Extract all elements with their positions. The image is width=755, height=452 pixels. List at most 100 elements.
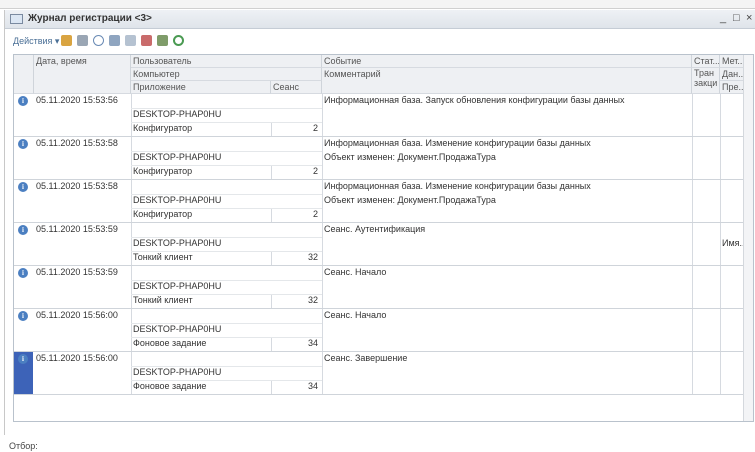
- col-presentation[interactable]: Пре...: [720, 81, 744, 94]
- vertical-scrollbar[interactable]: [743, 55, 753, 421]
- cell-comment[interactable]: Объект изменен: Документ.ПродажаТура: [322, 151, 692, 165]
- users-icon[interactable]: [77, 35, 88, 46]
- cell-datetime[interactable]: 05.11.2020 15:53:58: [34, 180, 131, 194]
- cell-session[interactable]: 34: [271, 380, 322, 394]
- cell-user[interactable]: [131, 180, 322, 194]
- cell-session[interactable]: 2: [271, 122, 322, 136]
- column-divider: [271, 165, 272, 179]
- cell-event[interactable]: Информационная база. Изменение конфигура…: [322, 137, 692, 151]
- actions-menu[interactable]: Действия ▾: [13, 36, 59, 47]
- col-user[interactable]: Пользователь: [131, 55, 322, 68]
- cell-event[interactable]: Сеанс. Завершение: [322, 352, 692, 366]
- cell-computer[interactable]: DESKTOP-PHAP0HU: [131, 194, 322, 208]
- col-session[interactable]: Сеанс: [271, 81, 322, 94]
- cell-computer[interactable]: DESKTOP-PHAP0HU: [131, 151, 322, 165]
- cell-datetime[interactable]: 05.11.2020 15:53:59: [34, 223, 131, 237]
- cell-metadata[interactable]: [720, 151, 744, 165]
- journal-icon: [10, 14, 23, 24]
- column-divider: [131, 137, 132, 180]
- table-row[interactable]: i 05.11.2020 15:53:58 DESKTOP-PHAP0HU Конфи…: [14, 180, 753, 223]
- sub-row-divider: [131, 337, 322, 338]
- clear-filter-icon[interactable]: [141, 35, 152, 46]
- filter-apply-icon[interactable]: [125, 35, 136, 46]
- cell-computer[interactable]: DESKTOP-PHAP0HU: [131, 323, 322, 337]
- col-transaction[interactable]: Тран закци: [692, 68, 720, 94]
- event-log-table[interactable]: Дата, время Пользователь Компьютер Прило…: [13, 54, 754, 422]
- col-data[interactable]: Дан...: [720, 68, 744, 81]
- cell-metadata[interactable]: [720, 323, 744, 337]
- column-divider: [271, 122, 272, 136]
- table-row[interactable]: i 05.11.2020 15:53:59 DESKTOP-PHAP0HU Тонки…: [14, 266, 753, 309]
- cell-comment[interactable]: [322, 108, 692, 122]
- cell-computer[interactable]: DESKTOP-PHAP0HU: [131, 237, 322, 251]
- cell-metadata[interactable]: [720, 194, 744, 208]
- cell-metadata[interactable]: Имя...: [720, 237, 744, 251]
- cell-comment[interactable]: [322, 323, 692, 337]
- cell-metadata[interactable]: [720, 280, 744, 294]
- column-divider: [322, 180, 323, 223]
- link-icon[interactable]: [93, 35, 104, 46]
- cell-user[interactable]: [131, 266, 322, 280]
- cell-comment[interactable]: [322, 366, 692, 380]
- cell-application[interactable]: Конфигуратор: [131, 122, 271, 136]
- cell-session[interactable]: 34: [271, 337, 322, 351]
- cell-comment[interactable]: Объект изменен: Документ.ПродажаТура: [322, 194, 692, 208]
- column-divider: [720, 137, 721, 180]
- cell-datetime[interactable]: 05.11.2020 15:56:00: [34, 352, 131, 366]
- column-divider: [271, 337, 272, 351]
- cell-computer[interactable]: DESKTOP-PHAP0HU: [131, 366, 322, 380]
- cell-user[interactable]: [131, 223, 322, 237]
- cell-application[interactable]: Фоновое задание: [131, 337, 271, 351]
- col-application[interactable]: Приложение: [131, 81, 271, 94]
- cell-application[interactable]: Конфигуратор: [131, 208, 271, 222]
- cell-event[interactable]: Сеанс. Аутентификация: [322, 223, 692, 237]
- table-row[interactable]: i 05.11.2020 15:56:00 DESKTOP-PHAP0HU Фонов…: [14, 352, 753, 395]
- cell-user[interactable]: [131, 137, 322, 151]
- open-icon[interactable]: [61, 35, 72, 46]
- cell-session[interactable]: 32: [271, 251, 322, 265]
- table-row[interactable]: i 05.11.2020 15:53:58 DESKTOP-PHAP0HU Конфи…: [14, 137, 753, 180]
- cell-session[interactable]: 2: [271, 165, 322, 179]
- table-row[interactable]: i 05.11.2020 15:53:56 DESKTOP-PHAP0HU Конфи…: [14, 94, 753, 137]
- refresh-icon[interactable]: [173, 35, 184, 46]
- col-comment[interactable]: Комментарий: [322, 68, 692, 94]
- cell-user[interactable]: [131, 94, 322, 108]
- cell-application[interactable]: Тонкий клиент: [131, 251, 271, 265]
- cell-datetime[interactable]: 05.11.2020 15:53:56: [34, 94, 131, 108]
- cell-datetime[interactable]: 05.11.2020 15:56:00: [34, 309, 131, 323]
- col-status[interactable]: Стат...: [692, 55, 720, 68]
- cell-metadata[interactable]: [720, 108, 744, 122]
- col-datetime[interactable]: Дата, время: [34, 55, 131, 94]
- cell-metadata[interactable]: [720, 366, 744, 380]
- cell-computer[interactable]: DESKTOP-PHAP0HU: [131, 108, 322, 122]
- cell-event[interactable]: Сеанс. Начало: [322, 309, 692, 323]
- cell-session[interactable]: 2: [271, 208, 322, 222]
- col-event[interactable]: Событие: [322, 55, 692, 68]
- cell-event[interactable]: Информационная база. Запуск обновления к…: [322, 94, 692, 108]
- cell-application[interactable]: Тонкий клиент: [131, 294, 271, 308]
- cell-event[interactable]: Информационная база. Изменение конфигура…: [322, 180, 692, 194]
- close-button[interactable]: ×: [746, 12, 752, 24]
- cell-user[interactable]: [131, 309, 322, 323]
- minimize-button[interactable]: _: [720, 12, 726, 24]
- filter-icon[interactable]: [109, 35, 120, 46]
- col-metadata[interactable]: Мет...: [720, 55, 744, 68]
- table-row[interactable]: i 05.11.2020 15:53:59 DESKTOP-PHAP0HU Тонки…: [14, 223, 753, 266]
- column-divider: [271, 251, 272, 265]
- cell-session[interactable]: 32: [271, 294, 322, 308]
- maximize-button[interactable]: □: [733, 12, 740, 24]
- col-computer[interactable]: Компьютер: [131, 68, 322, 81]
- column-divider: [271, 380, 272, 394]
- cell-user[interactable]: [131, 352, 322, 366]
- table-row[interactable]: i 05.11.2020 15:56:00 DESKTOP-PHAP0HU Фонов…: [14, 309, 753, 352]
- cell-event[interactable]: Сеанс. Начало: [322, 266, 692, 280]
- cell-application[interactable]: Фоновое задание: [131, 380, 271, 394]
- cell-datetime[interactable]: 05.11.2020 15:53:59: [34, 266, 131, 280]
- cell-comment[interactable]: [322, 280, 692, 294]
- settings-icon[interactable]: [157, 35, 168, 46]
- cell-comment[interactable]: [322, 237, 692, 251]
- cell-datetime[interactable]: 05.11.2020 15:53:58: [34, 137, 131, 151]
- top-strip: [0, 0, 755, 9]
- cell-computer[interactable]: DESKTOP-PHAP0HU: [131, 280, 322, 294]
- cell-application[interactable]: Конфигуратор: [131, 165, 271, 179]
